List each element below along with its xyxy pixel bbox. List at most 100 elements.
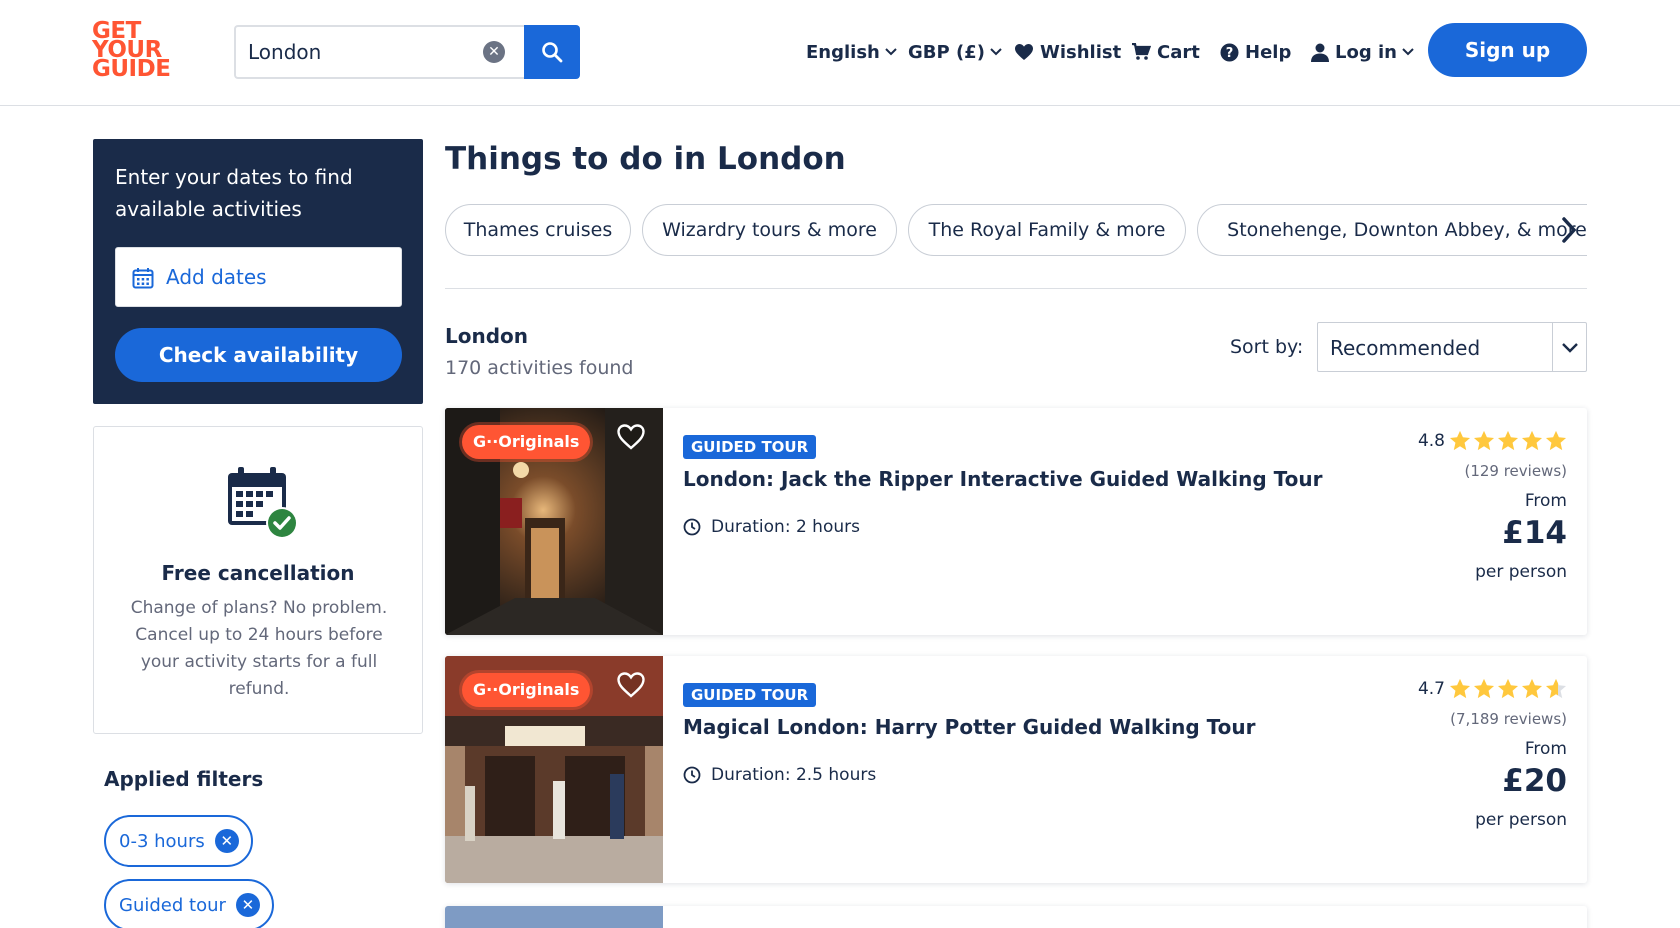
help-icon: ? (1220, 43, 1239, 62)
filter-chip-label: 0-3 hours (119, 830, 205, 852)
chevron-down-icon (885, 48, 897, 56)
star-half-icon (1545, 678, 1567, 699)
cart-label: Cart (1157, 41, 1200, 63)
dates-title: Enter your dates to find available activ… (115, 165, 353, 221)
login-label: Log in (1335, 41, 1397, 63)
activity-duration: Duration: 2 hours (683, 517, 860, 537)
category-pill[interactable]: Thames cruises (445, 204, 631, 256)
price-from-label: From (1524, 739, 1567, 759)
star-icon (1521, 678, 1543, 699)
currency-selector[interactable]: GBP (£) (908, 34, 1002, 70)
wishlist-link[interactable]: Wishlist (1014, 34, 1121, 70)
language-selector[interactable]: English (806, 34, 897, 70)
originals-badge: G··Originals (462, 673, 591, 707)
category-row: Thames cruises Wizardry tours & more The… (445, 204, 1587, 256)
activity-rating: 4.8 (1418, 430, 1567, 451)
applied-filters-title: Applied filters (104, 767, 264, 791)
page-title: Things to do in London (445, 141, 846, 177)
duration-label: Duration: 2 hours (711, 517, 860, 537)
svg-text:?: ? (1226, 46, 1234, 61)
wishlist-heart-icon[interactable] (616, 671, 646, 703)
header: GET YOUR GUIDE ✕ English GBP (£) Wishlis… (0, 0, 1680, 106)
clock-icon (683, 766, 701, 784)
heart-icon (1014, 43, 1034, 61)
categories-next-button[interactable] (1550, 210, 1588, 250)
rating-stars (1449, 430, 1567, 451)
free-cancellation-text: Change of plans? No problem. Cancel up t… (130, 598, 388, 699)
sort-value: Recommended (1330, 336, 1481, 360)
activity-title[interactable]: London: Jack the Ripper Interactive Guid… (683, 467, 1323, 491)
star-icon (1497, 678, 1519, 699)
currency-label: GBP (£) (908, 41, 985, 63)
activity-image (445, 906, 663, 928)
user-icon (1311, 43, 1329, 62)
sort-label: Sort by: (1230, 336, 1304, 358)
help-label: Help (1245, 41, 1292, 63)
remove-filter-icon[interactable]: ✕ (235, 893, 260, 917)
free-cancellation-panel: Free cancellation Change of plans? No pr… (93, 426, 423, 734)
login-menu[interactable]: Log in (1311, 34, 1414, 70)
logo-line-3: GUIDE (92, 56, 171, 82)
clear-search-icon[interactable]: ✕ (483, 41, 505, 63)
rating-value: 4.7 (1417, 678, 1445, 699)
price-per-label: per person (1475, 562, 1567, 582)
star-icon (1545, 430, 1567, 451)
star-icon (1449, 678, 1471, 699)
price-from-label: From (1524, 491, 1567, 511)
signup-button[interactable]: Sign up (1428, 23, 1587, 77)
rating-stars (1449, 678, 1567, 699)
wishlist-heart-icon[interactable] (616, 423, 646, 455)
cart-icon (1131, 43, 1151, 61)
cart-link[interactable]: Cart (1131, 34, 1200, 70)
category-pill[interactable]: Stonehenge, Downton Abbey, & more (1197, 204, 1587, 256)
activity-title[interactable]: Magical London: Harry Potter Guided Walk… (683, 715, 1255, 739)
remove-filter-icon[interactable]: ✕ (214, 829, 239, 853)
activity-card[interactable] (445, 906, 1587, 928)
check-availability-button[interactable]: Check availability (115, 328, 402, 382)
calendar-icon (132, 267, 154, 293)
star-icon (1473, 678, 1495, 699)
price-per-label: per person (1475, 810, 1567, 830)
activity-price: £14 (1502, 515, 1567, 551)
search-box: ✕ (234, 25, 524, 79)
activity-card[interactable]: G··Originals GUIDED TOUR Magical London:… (445, 656, 1587, 883)
add-dates-label: Add dates (166, 265, 267, 289)
calendar-check-icon (224, 465, 300, 545)
wishlist-label: Wishlist (1040, 41, 1122, 63)
chevron-right-icon (1562, 217, 1577, 243)
duration-label: Duration: 2.5 hours (711, 765, 877, 785)
activity-card[interactable]: G··Originals GUIDED TOUR London: Jack th… (445, 408, 1587, 635)
category-pill[interactable]: Wizardry tours & more (642, 204, 897, 256)
filter-chip-label: Guided tour (119, 894, 226, 916)
sort-select[interactable]: Recommended (1317, 322, 1587, 372)
star-icon (1473, 430, 1495, 451)
language-label: English (806, 41, 880, 63)
star-icon (1449, 430, 1471, 451)
search-icon (542, 42, 563, 63)
clock-icon (683, 518, 701, 536)
filter-chip-duration[interactable]: 0-3 hours ✕ (104, 815, 253, 867)
activity-type-badge: GUIDED TOUR (683, 683, 817, 707)
add-dates-field[interactable]: Add dates (115, 247, 402, 307)
category-pill[interactable]: The Royal Family & more (908, 204, 1186, 256)
activity-rating: 4.7 (1418, 678, 1567, 699)
logo[interactable]: GET YOUR GUIDE (92, 20, 172, 84)
chevron-down-icon (1402, 48, 1414, 56)
free-cancellation-title: Free cancellation (161, 561, 355, 585)
help-link[interactable]: ? Help (1220, 34, 1291, 70)
star-icon (1497, 430, 1519, 451)
review-count[interactable]: (7,189 reviews) (1450, 710, 1567, 728)
divider (445, 288, 1587, 289)
review-count[interactable]: (129 reviews) (1464, 462, 1567, 480)
filter-chip-guided-tour[interactable]: Guided tour ✕ (104, 879, 274, 928)
chevron-down-icon (990, 48, 1002, 56)
originals-badge: G··Originals (462, 425, 591, 459)
activity-duration: Duration: 2.5 hours (683, 765, 876, 785)
star-icon (1521, 430, 1543, 451)
rating-value: 4.8 (1417, 430, 1445, 451)
search-input[interactable] (248, 27, 478, 77)
activity-type-badge: GUIDED TOUR (683, 435, 817, 459)
chevron-down-icon (1552, 323, 1586, 371)
results-count: 170 activities found (445, 357, 634, 379)
search-button[interactable] (524, 25, 580, 79)
